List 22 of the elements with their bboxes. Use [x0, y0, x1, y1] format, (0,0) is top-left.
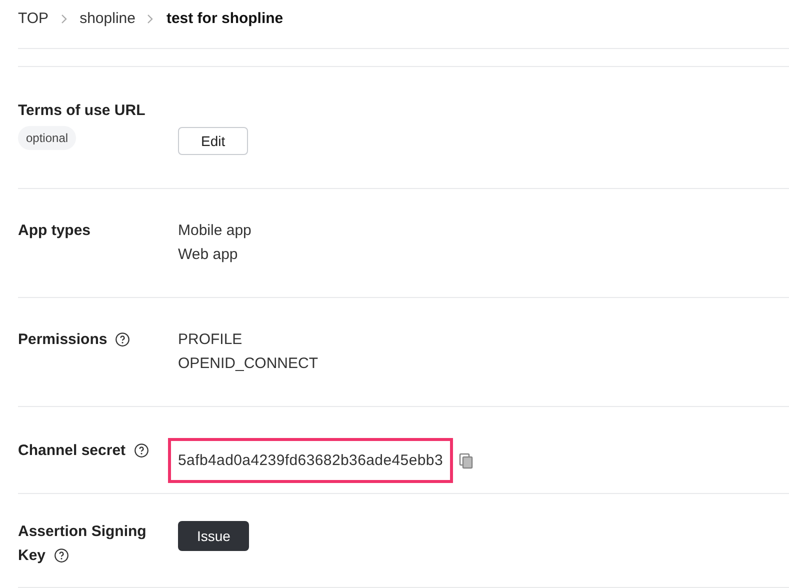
row-label: Terms of use URL: [18, 101, 146, 121]
breadcrumb-link[interactable]: TOP: [18, 8, 49, 30]
value-text: Mobile app: [178, 221, 252, 241]
row-label: Permissions: [18, 330, 108, 350]
row-label: App types: [18, 221, 91, 241]
copy-icon[interactable]: [459, 452, 474, 468]
value-text: PROFILE: [178, 330, 244, 350]
help-icon[interactable]: [115, 332, 130, 347]
issue-button[interactable]: Issue: [178, 521, 250, 551]
help-icon[interactable]: [54, 548, 69, 563]
breadcrumb-link[interactable]: shopline: [80, 8, 136, 30]
chevron-icon: [60, 14, 68, 24]
value-text: OPENID_CONNECT: [178, 354, 318, 374]
optional-tag: optional: [18, 126, 76, 150]
row-label: Key: [18, 546, 46, 566]
value-text: Web app: [178, 245, 239, 265]
row-label: Assertion Signing: [18, 522, 146, 542]
edit-button[interactable]: Edit: [178, 127, 248, 155]
row-label: Channel secret: [18, 441, 126, 461]
chevron-icon: [147, 14, 154, 24]
help-icon[interactable]: [134, 443, 149, 458]
secret-text: 5afb4ad0a4239fd63682b36ade45ebb3: [168, 438, 454, 483]
